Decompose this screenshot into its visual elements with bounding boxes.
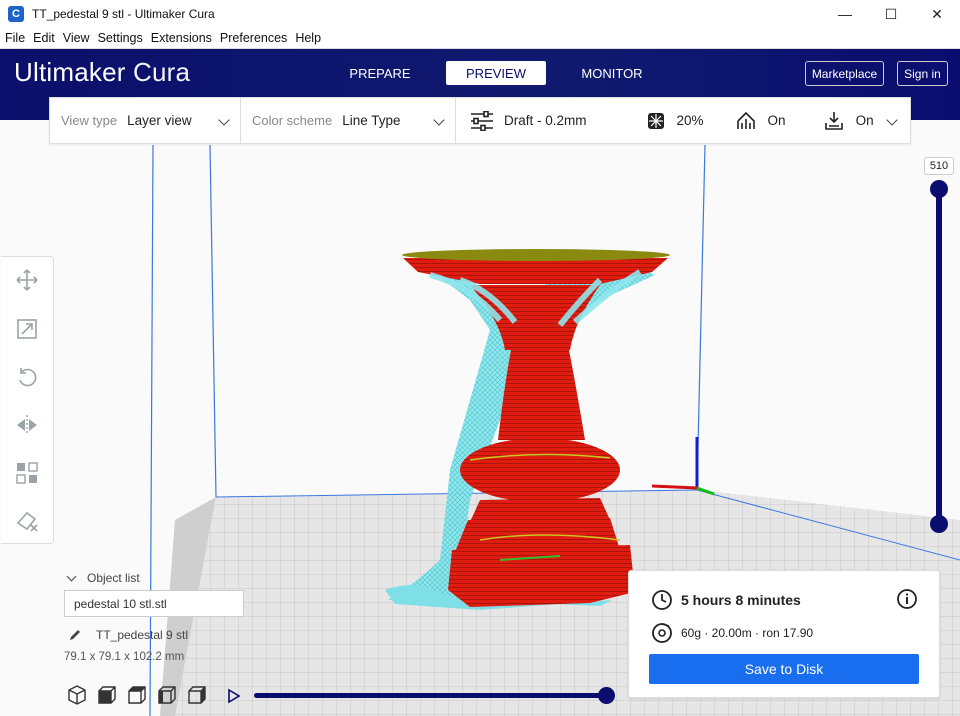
- window-title: TT_pedestal 9 stl - Ultimaker Cura: [32, 7, 215, 21]
- model-stem: [498, 345, 585, 440]
- color-scheme-dropdown[interactable]: Color scheme Line Type: [241, 98, 456, 143]
- tab-monitor[interactable]: MONITOR: [562, 61, 662, 85]
- layer-slider-top-handle[interactable]: [930, 180, 948, 198]
- color-scheme-value: Line Type: [342, 113, 401, 128]
- menu-bar: File Edit View Settings Extensions Prefe…: [0, 28, 960, 49]
- clock-icon: [652, 590, 672, 610]
- adhesion-value: On: [855, 113, 874, 128]
- simulation-slider-track[interactable]: [254, 693, 608, 698]
- ultimaker-cura-logo: Ultimaker Cura: [14, 57, 190, 88]
- infill-icon: [647, 112, 664, 129]
- maximize-button[interactable]: ☐: [868, 0, 914, 28]
- adhesion-icon: [824, 111, 843, 130]
- close-button[interactable]: ✕: [914, 0, 960, 28]
- mirror-icon[interactable]: [15, 413, 39, 437]
- menu-view[interactable]: View: [59, 31, 94, 45]
- cura-app-icon: C: [8, 6, 24, 22]
- color-scheme-label: Color scheme: [252, 113, 333, 128]
- print-info-panel: 5 hours 8 minutes 60g · 20.00m · ron 17.…: [628, 570, 940, 698]
- layer-number-input[interactable]: 510: [924, 157, 954, 175]
- left-view-icon[interactable]: [156, 684, 178, 706]
- chevron-down-icon: [433, 114, 445, 126]
- infill-value: 20%: [676, 113, 704, 128]
- marketplace-button[interactable]: Marketplace: [805, 61, 884, 86]
- view-settings-bar: View type Layer view Color scheme Line T…: [49, 97, 911, 144]
- chevron-down-icon: [886, 114, 898, 126]
- title-bar: C TT_pedestal 9 stl - Ultimaker Cura — ☐…: [0, 0, 960, 28]
- sign-in-button[interactable]: Sign in: [897, 61, 948, 86]
- tab-preview[interactable]: PREVIEW: [446, 61, 546, 85]
- menu-preferences[interactable]: Preferences: [216, 31, 291, 45]
- front-view-icon[interactable]: [96, 684, 118, 706]
- minimize-button[interactable]: —: [822, 0, 868, 28]
- support-icon: [736, 111, 755, 129]
- per-model-settings-icon[interactable]: [15, 461, 39, 485]
- object-list-item[interactable]: pedestal 10 stl.stl: [64, 590, 244, 617]
- layer-slider-bottom-handle[interactable]: [930, 515, 948, 533]
- object-list-panel: Object list pedestal 10 stl.stl TT_pedes…: [64, 568, 314, 663]
- 3d-view-icon[interactable]: [66, 684, 88, 706]
- tab-prepare[interactable]: PREPARE: [330, 61, 430, 85]
- view-type-value: Layer view: [127, 113, 192, 128]
- view-type-dropdown[interactable]: View type Layer view: [50, 98, 241, 143]
- filament-spool-icon: [652, 623, 672, 643]
- object-dimensions: 79.1 x 79.1 x 102.2 mm: [64, 651, 185, 663]
- move-icon[interactable]: [15, 268, 39, 292]
- profile-label: Draft - 0.2mm: [504, 113, 587, 128]
- save-to-disk-button[interactable]: Save to Disk: [649, 654, 919, 684]
- chevron-down-icon: [218, 114, 230, 126]
- top-view-icon[interactable]: [126, 684, 148, 706]
- info-icon[interactable]: [896, 588, 918, 610]
- logo-product: Cura: [133, 57, 191, 87]
- stage-tabs: PREPARE PREVIEW MONITOR: [330, 61, 678, 85]
- print-time: 5 hours 8 minutes: [681, 592, 801, 608]
- material-estimate: 60g · 20.00m · ron 17.90: [681, 626, 814, 640]
- view-type-label: View type: [61, 113, 118, 128]
- menu-settings[interactable]: Settings: [94, 31, 147, 45]
- print-settings-selector[interactable]: Draft - 0.2mm 20% On On: [456, 98, 910, 143]
- support-value: On: [767, 113, 786, 128]
- object-name-row[interactable]: TT_pedestal 9 stl: [64, 627, 314, 643]
- model-base: [448, 545, 635, 607]
- menu-extensions[interactable]: Extensions: [147, 31, 216, 45]
- simulation-slider-handle[interactable]: [598, 687, 615, 704]
- object-name: TT_pedestal 9 stl: [96, 628, 189, 642]
- menu-edit[interactable]: Edit: [29, 31, 59, 45]
- pencil-icon: [70, 630, 80, 640]
- menu-file[interactable]: File: [1, 31, 29, 45]
- settings-sliders-icon: [471, 110, 493, 131]
- tool-panel: [1, 256, 54, 544]
- layer-slider-track[interactable]: [936, 189, 942, 525]
- rotate-icon[interactable]: [15, 365, 39, 389]
- chevron-down-icon: [66, 571, 77, 582]
- support-blocker-icon[interactable]: [15, 509, 39, 533]
- object-list-toggle[interactable]: Object list: [64, 568, 314, 588]
- right-view-icon[interactable]: [186, 684, 208, 706]
- logo-brand: Ultimaker: [14, 57, 126, 87]
- menu-help[interactable]: Help: [291, 31, 325, 45]
- scale-icon[interactable]: [15, 317, 39, 341]
- camera-view-buttons: [66, 684, 216, 706]
- object-list-title: Object list: [87, 571, 140, 585]
- play-icon[interactable]: [226, 688, 242, 704]
